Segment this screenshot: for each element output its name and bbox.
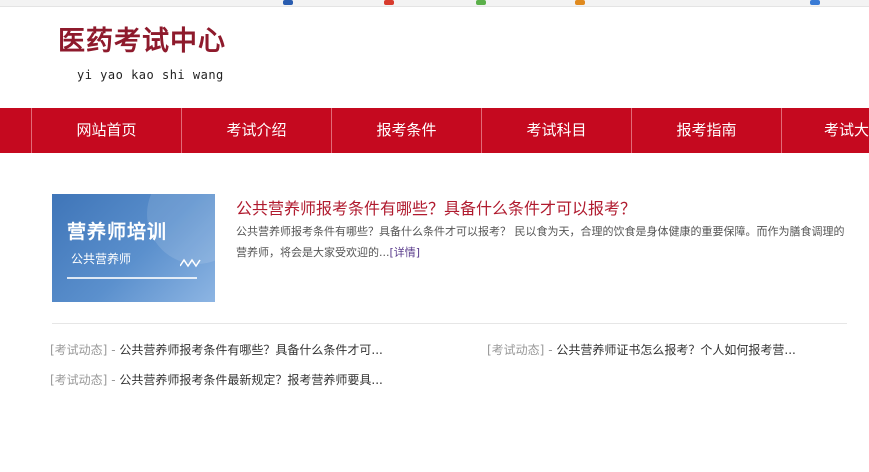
bookmark-icon[interactable] (575, 0, 585, 5)
news-separator: - (548, 343, 553, 357)
news-list-item: [考试动态] - 公共营养师报考条件最新规定？报考营养师要具... (50, 371, 430, 388)
news-separator: - (111, 343, 116, 357)
news-category-link[interactable]: [考试动态] (487, 343, 544, 357)
nav-item-conditions[interactable]: 报考条件 (331, 108, 481, 153)
news-list-item: [考试动态] - 公共营养师报考条件有哪些？具备什么条件才可... (50, 341, 430, 358)
bookmark-icon[interactable] (384, 0, 394, 5)
site-logo-subtitle: yi yao kao shi wang (77, 68, 224, 82)
summary-text: 公共营养师报考条件有哪些？具备什么条件才可以报考？ 民以食为天，合理的饮食是身体… (236, 225, 845, 259)
bookmark-icon[interactable] (283, 0, 293, 5)
bookmark-icon[interactable] (476, 0, 486, 5)
news-category-link[interactable]: [考试动态] (50, 373, 107, 387)
featured-thumbnail[interactable]: 营养师培训 公共营养师 (52, 194, 215, 302)
detail-link[interactable]: [详情] (390, 246, 421, 259)
nav-item-guide[interactable]: 报考指南 (631, 108, 781, 153)
site-logo-title[interactable]: 医药考试中心 (58, 24, 226, 60)
nav-item-subjects[interactable]: 考试科目 (481, 108, 631, 153)
bookmark-icon[interactable] (810, 0, 820, 5)
featured-article-summary: 公共营养师报考条件有哪些？具备什么条件才可以报考？ 民以食为天，合理的饮食是身体… (236, 221, 848, 263)
thumbnail-subtitle: 公共营养师 (71, 252, 132, 266)
featured-article-title[interactable]: 公共营养师报考条件有哪些？具备什么条件才可以报考？ (236, 195, 636, 219)
news-title-link[interactable]: 公共营养师报考条件有哪些？具备什么条件才可... (119, 343, 382, 357)
section-divider (52, 323, 847, 324)
nav-item-home[interactable]: 网站首页 (31, 108, 181, 153)
nav-item-syllabus[interactable]: 考试大 (781, 108, 869, 153)
news-title-link[interactable]: 公共营养师报考条件最新规定？报考营养师要具... (119, 373, 382, 387)
main-nav: 网站首页 考试介绍 报考条件 考试科目 报考指南 考试大 (0, 108, 869, 153)
nav-item-intro[interactable]: 考试介绍 (181, 108, 331, 153)
news-category-link[interactable]: [考试动态] (50, 343, 107, 357)
thumbnail-divider (67, 277, 197, 279)
browser-bookmarks-strip (0, 0, 869, 7)
news-separator: - (111, 373, 116, 387)
thumbnail-title: 营养师培训 (67, 221, 168, 243)
zigzag-icon (180, 258, 201, 268)
news-title-link[interactable]: 公共营养师证书怎么报考？个人如何报考营... (556, 343, 795, 357)
news-list-item: [考试动态] - 公共营养师证书怎么报考？个人如何报考营... (487, 341, 847, 358)
